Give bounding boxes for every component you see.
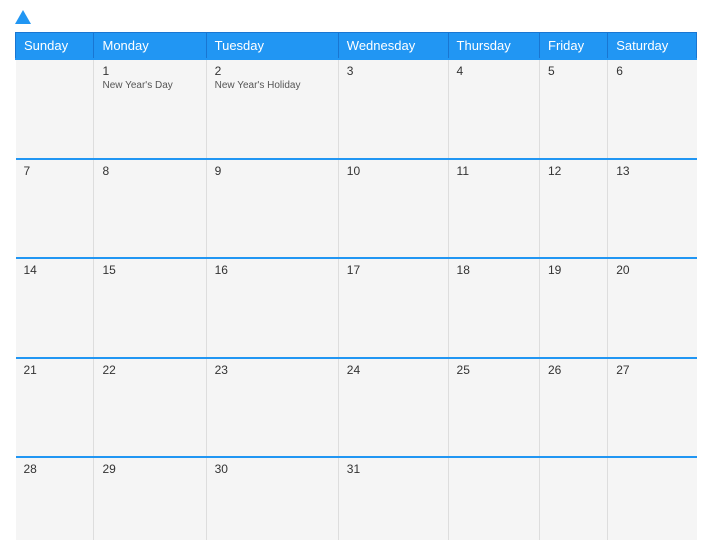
day-number: 29	[102, 462, 197, 476]
day-number: 15	[102, 263, 197, 277]
calendar-table: SundayMondayTuesdayWednesdayThursdayFrid…	[15, 32, 697, 540]
day-number: 2	[215, 64, 330, 78]
day-number: 16	[215, 263, 330, 277]
calendar-cell	[16, 59, 94, 159]
day-number: 5	[548, 64, 599, 78]
day-number: 13	[616, 164, 688, 178]
day-number: 6	[616, 64, 688, 78]
calendar-cell: 16	[206, 258, 338, 358]
calendar-cell: 31	[338, 457, 448, 540]
day-number: 14	[24, 263, 86, 277]
day-number: 9	[215, 164, 330, 178]
weekday-header-monday: Monday	[94, 33, 206, 60]
day-number: 27	[616, 363, 688, 377]
day-number: 1	[102, 64, 197, 78]
day-number: 19	[548, 263, 599, 277]
day-number: 28	[24, 462, 86, 476]
calendar-cell: 23	[206, 358, 338, 458]
weekday-header-tuesday: Tuesday	[206, 33, 338, 60]
calendar-cell	[448, 457, 539, 540]
calendar-cell: 24	[338, 358, 448, 458]
calendar-cell: 8	[94, 159, 206, 259]
day-number: 11	[457, 164, 531, 178]
day-number: 4	[457, 64, 531, 78]
day-number: 10	[347, 164, 440, 178]
calendar-cell: 11	[448, 159, 539, 259]
calendar-cell: 29	[94, 457, 206, 540]
calendar-cell: 22	[94, 358, 206, 458]
calendar-cell: 3	[338, 59, 448, 159]
weekday-header-thursday: Thursday	[448, 33, 539, 60]
calendar-cell: 27	[608, 358, 697, 458]
calendar-cell: 21	[16, 358, 94, 458]
logo-blue-text	[15, 10, 33, 24]
day-number: 25	[457, 363, 531, 377]
calendar-cell: 13	[608, 159, 697, 259]
calendar-event: New Year's Holiday	[215, 80, 330, 91]
calendar-container: SundayMondayTuesdayWednesdayThursdayFrid…	[0, 0, 712, 550]
weekday-header-row: SundayMondayTuesdayWednesdayThursdayFrid…	[16, 33, 697, 60]
calendar-cell: 2 New Year's Holiday	[206, 59, 338, 159]
day-number: 3	[347, 64, 440, 78]
day-number: 17	[347, 263, 440, 277]
calendar-cell: 17	[338, 258, 448, 358]
calendar-cell: 28	[16, 457, 94, 540]
day-number: 24	[347, 363, 440, 377]
day-number: 31	[347, 462, 440, 476]
day-number: 23	[215, 363, 330, 377]
calendar-cell	[608, 457, 697, 540]
day-number: 18	[457, 263, 531, 277]
week-row-2: 14 15 16 17 18 19 20	[16, 258, 697, 358]
day-number: 26	[548, 363, 599, 377]
logo-triangle-icon	[15, 10, 31, 24]
day-number: 22	[102, 363, 197, 377]
day-number: 8	[102, 164, 197, 178]
day-number: 30	[215, 462, 330, 476]
weekday-header-wednesday: Wednesday	[338, 33, 448, 60]
calendar-cell: 18	[448, 258, 539, 358]
calendar-cell: 9	[206, 159, 338, 259]
calendar-cell: 6	[608, 59, 697, 159]
week-row-3: 21 22 23 24 25 26 27	[16, 358, 697, 458]
week-row-1: 7 8 9 10 11 12 13	[16, 159, 697, 259]
calendar-cell: 19	[540, 258, 608, 358]
calendar-cell: 15	[94, 258, 206, 358]
weekday-header-friday: Friday	[540, 33, 608, 60]
calendar-cell: 10	[338, 159, 448, 259]
calendar-cell	[540, 457, 608, 540]
day-number: 7	[24, 164, 86, 178]
calendar-event: New Year's Day	[102, 80, 197, 91]
weekday-header-sunday: Sunday	[16, 33, 94, 60]
calendar-cell: 1 New Year's Day	[94, 59, 206, 159]
day-number: 20	[616, 263, 688, 277]
calendar-cell: 7	[16, 159, 94, 259]
day-number: 12	[548, 164, 599, 178]
calendar-header	[15, 10, 697, 24]
calendar-cell: 26	[540, 358, 608, 458]
week-row-4: 28 29 30 31	[16, 457, 697, 540]
calendar-cell: 30	[206, 457, 338, 540]
weekday-header-saturday: Saturday	[608, 33, 697, 60]
logo	[15, 10, 33, 24]
calendar-cell: 12	[540, 159, 608, 259]
calendar-cell: 5	[540, 59, 608, 159]
calendar-cell: 14	[16, 258, 94, 358]
day-number: 21	[24, 363, 86, 377]
calendar-cell: 4	[448, 59, 539, 159]
week-row-0: 1 New Year's Day 2 New Year's Holiday 3 4 5 6	[16, 59, 697, 159]
calendar-cell: 25	[448, 358, 539, 458]
calendar-cell: 20	[608, 258, 697, 358]
